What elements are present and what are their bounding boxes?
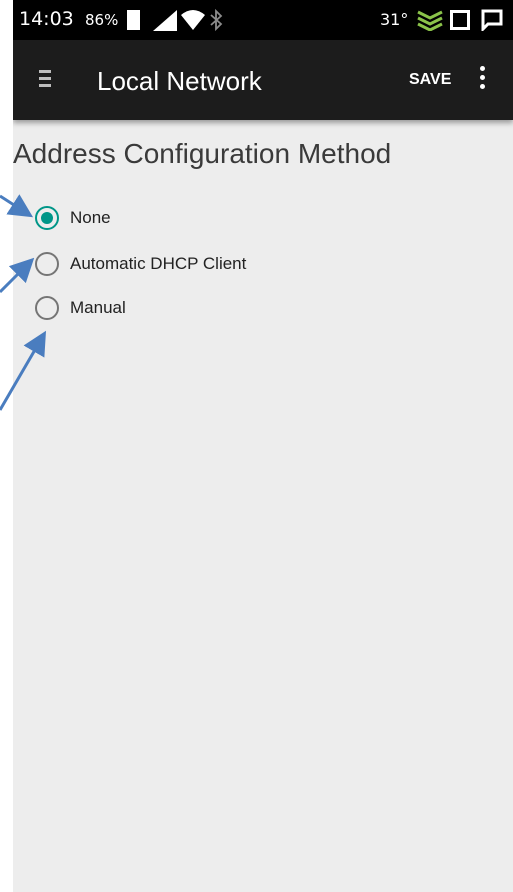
save-button[interactable]: SAVE [409, 71, 451, 89]
radio-label: None [70, 208, 111, 227]
square-icon [450, 10, 470, 30]
status-bar: 14:03 86% 31° [13, 0, 513, 40]
wifi-icon [181, 10, 205, 30]
radio-option-manual[interactable]: Manual [35, 294, 126, 322]
radio-option-automatic-dhcp[interactable]: Automatic DHCP Client [35, 250, 246, 278]
menu-icon[interactable] [39, 70, 51, 91]
status-time: 14:03 [19, 8, 74, 30]
radio-button-unchecked[interactable] [35, 252, 59, 276]
battery-percent: 86% [85, 11, 119, 29]
screenshot-canvas: 14:03 86% 31° Local Network SAVE Address… [0, 0, 513, 892]
temperature: 31° [380, 10, 409, 29]
app-bar: Local Network SAVE [13, 40, 513, 120]
leaf-icon [417, 10, 443, 31]
battery-icon [127, 10, 140, 30]
more-options-icon[interactable] [477, 66, 487, 93]
signal-icon [153, 10, 177, 31]
radio-label: Automatic DHCP Client [70, 254, 247, 273]
radio-button-checked[interactable] [35, 206, 59, 230]
phone-screen: 14:03 86% 31° Local Network SAVE Address… [13, 0, 513, 892]
bluetooth-icon [210, 8, 223, 32]
radio-option-none[interactable]: None [35, 204, 111, 232]
radio-label: Manual [70, 298, 126, 317]
radio-button-unchecked[interactable] [35, 296, 59, 320]
section-heading: Address Configuration Method [13, 138, 392, 169]
page-title: Local Network [97, 66, 262, 96]
chat-icon [481, 9, 503, 31]
